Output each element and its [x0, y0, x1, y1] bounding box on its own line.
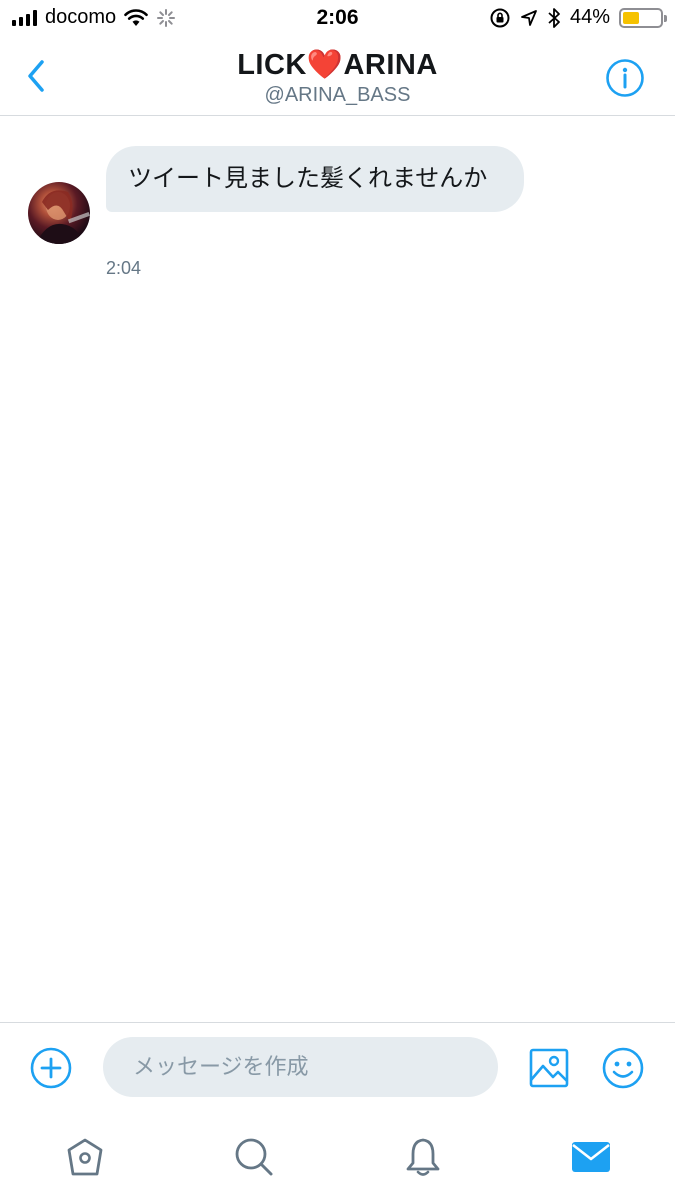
notifications-icon[interactable] — [402, 1136, 444, 1178]
home-icon[interactable] — [64, 1136, 106, 1178]
avatar[interactable] — [28, 182, 90, 244]
battery-icon — [619, 7, 667, 28]
conversation-header: LICK❤️ARINA @ARINA_BASS — [0, 38, 675, 116]
battery-percent: 44% — [569, 6, 610, 28]
info-icon[interactable] — [605, 58, 645, 98]
message-input[interactable] — [103, 1037, 498, 1097]
status-bar: docomo 2:06 44% — [0, 0, 675, 38]
bluetooth-icon — [548, 7, 560, 28]
message-bubble[interactable]: ツイート見ました髪くれませんか — [106, 146, 524, 212]
conversation-handle: @ARINA_BASS — [264, 84, 411, 106]
emoji-icon[interactable] — [602, 1047, 644, 1089]
search-icon[interactable] — [233, 1136, 275, 1178]
message-timestamp: 2:04 — [106, 258, 142, 278]
battery-level-fill — [623, 11, 639, 24]
avatar-image — [36, 190, 90, 244]
messages-icon[interactable] — [570, 1136, 612, 1178]
orientation-lock-icon — [490, 8, 510, 27]
status-bar-right: 44% — [489, 6, 667, 29]
location-arrow-icon — [521, 9, 537, 26]
conversation-title: LICK❤️ARINA — [237, 49, 438, 81]
message-composer — [0, 1022, 675, 1112]
add-circle-icon[interactable] — [30, 1047, 72, 1089]
tab-bar — [0, 1112, 675, 1200]
image-icon[interactable] — [528, 1047, 570, 1089]
